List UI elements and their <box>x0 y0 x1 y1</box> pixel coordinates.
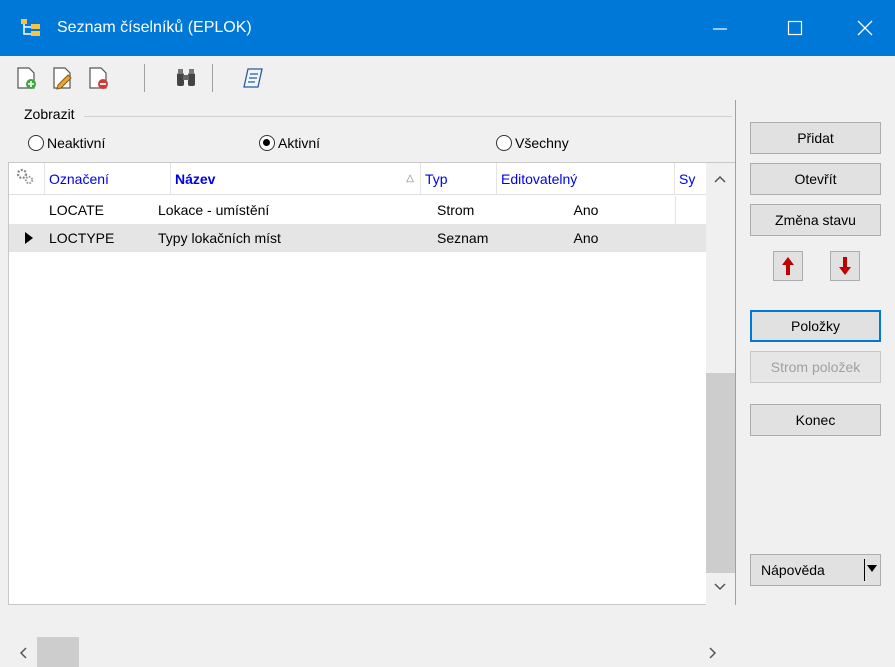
column-header-editable[interactable]: Editovatelný <box>497 163 675 195</box>
radio-label: Všechny <box>515 135 569 151</box>
item-tree-button[interactable]: Strom položek <box>750 351 881 383</box>
table-row-selected[interactable]: LOCTYPE Typy lokačních míst Seznam Ano <box>9 224 706 252</box>
toolbar <box>0 56 895 100</box>
help-button[interactable]: Nápověda <box>750 554 881 586</box>
delete-record-button[interactable] <box>84 64 112 92</box>
end-button[interactable]: Konec <box>750 404 881 436</box>
cell-code: LOCTYPE <box>49 230 115 246</box>
cell-type: Seznam <box>437 230 489 246</box>
vertical-scroll-thumb[interactable] <box>706 373 735 573</box>
horizontal-scrollbar[interactable] <box>9 637 735 667</box>
vertical-scrollbar[interactable] <box>706 163 735 605</box>
close-button[interactable] <box>835 0 895 56</box>
print-list-icon <box>243 68 263 88</box>
scroll-right-icon[interactable] <box>709 647 717 659</box>
cell-code: LOCATE <box>49 202 104 218</box>
edit-document-icon <box>53 67 72 90</box>
table-row[interactable]: LOCATE Lokace - umístění Strom Ano <box>9 196 706 224</box>
delete-document-icon <box>89 67 108 89</box>
arrow-down-icon <box>839 257 851 275</box>
scroll-down-icon[interactable] <box>714 583 726 591</box>
maximize-button[interactable] <box>765 0 825 56</box>
radio-inactive[interactable]: Neaktivní <box>28 132 105 154</box>
radio-circle <box>28 135 44 151</box>
column-header-sy[interactable]: Sy <box>675 163 706 195</box>
horizontal-scroll-thumb[interactable] <box>37 637 79 667</box>
move-down-button[interactable] <box>830 251 860 281</box>
radio-circle <box>496 135 512 151</box>
help-label: Nápověda <box>761 562 825 578</box>
toolbar-separator <box>212 64 213 92</box>
gears-icon <box>16 168 34 185</box>
new-document-icon <box>17 67 36 89</box>
items-button[interactable]: Položky <box>750 310 881 342</box>
radio-circle-checked <box>259 135 275 151</box>
cell-editable: Ano <box>573 230 599 246</box>
change-state-button[interactable]: Změna stavu <box>750 204 881 236</box>
grid-header: Označení Název △ Typ Editovatelný Sy <box>9 163 706 195</box>
maximize-icon <box>787 20 803 36</box>
cell-name: Typy lokačních míst <box>158 230 281 246</box>
column-header-name-label: Název <box>175 171 216 187</box>
radio-all[interactable]: Všechny <box>496 132 569 154</box>
scroll-left-icon[interactable] <box>19 647 27 659</box>
column-header-type[interactable]: Typ <box>421 163 497 195</box>
print-list-button[interactable] <box>240 64 268 92</box>
title-bar: Seznam číselníků (EPLOK) <box>0 0 895 56</box>
radio-label: Neaktivní <box>47 135 106 151</box>
app-tree-icon <box>20 18 42 38</box>
binoculars-icon <box>177 69 195 86</box>
cell-type: Strom <box>437 202 475 218</box>
arrow-up-icon <box>782 257 794 275</box>
dropdown-arrow-icon[interactable] <box>867 565 877 573</box>
new-record-button[interactable] <box>12 64 40 92</box>
cell-editable: Ano <box>573 202 599 218</box>
column-header-code[interactable]: Označení <box>45 163 171 195</box>
scroll-up-icon[interactable] <box>714 175 726 183</box>
action-panel: Přidat Otevřít Změna stavu Položky Strom… <box>735 100 895 605</box>
move-up-button[interactable] <box>773 251 803 281</box>
radio-active[interactable]: Aktivní <box>259 132 320 154</box>
codelist-grid: Označení Název △ Typ Editovatelný Sy LOC… <box>8 162 735 667</box>
split-divider <box>864 559 865 581</box>
edit-record-button[interactable] <box>48 64 76 92</box>
open-button[interactable]: Otevřít <box>750 163 881 195</box>
toolbar-separator <box>144 64 145 92</box>
column-settings-button[interactable] <box>9 163 45 195</box>
current-row-marker-icon <box>25 232 33 244</box>
filter-group-label: Zobrazit <box>24 106 75 122</box>
add-button[interactable]: Přidat <box>750 122 881 154</box>
minimize-button[interactable] <box>690 0 750 56</box>
minimize-icon <box>713 28 727 30</box>
column-header-name[interactable]: Název △ <box>171 163 421 195</box>
cell-name: Lokace - umístění <box>158 202 270 218</box>
group-divider <box>84 116 732 117</box>
column-divider <box>675 196 676 224</box>
close-icon <box>857 20 873 36</box>
sort-ascending-icon: △ <box>406 173 414 184</box>
list-panel: Zobrazit Neaktivní Aktivní Všechny Označ… <box>0 100 735 667</box>
window-title: Seznam číselníků (EPLOK) <box>57 19 252 36</box>
search-button[interactable] <box>172 64 200 92</box>
radio-label: Aktivní <box>278 135 321 151</box>
